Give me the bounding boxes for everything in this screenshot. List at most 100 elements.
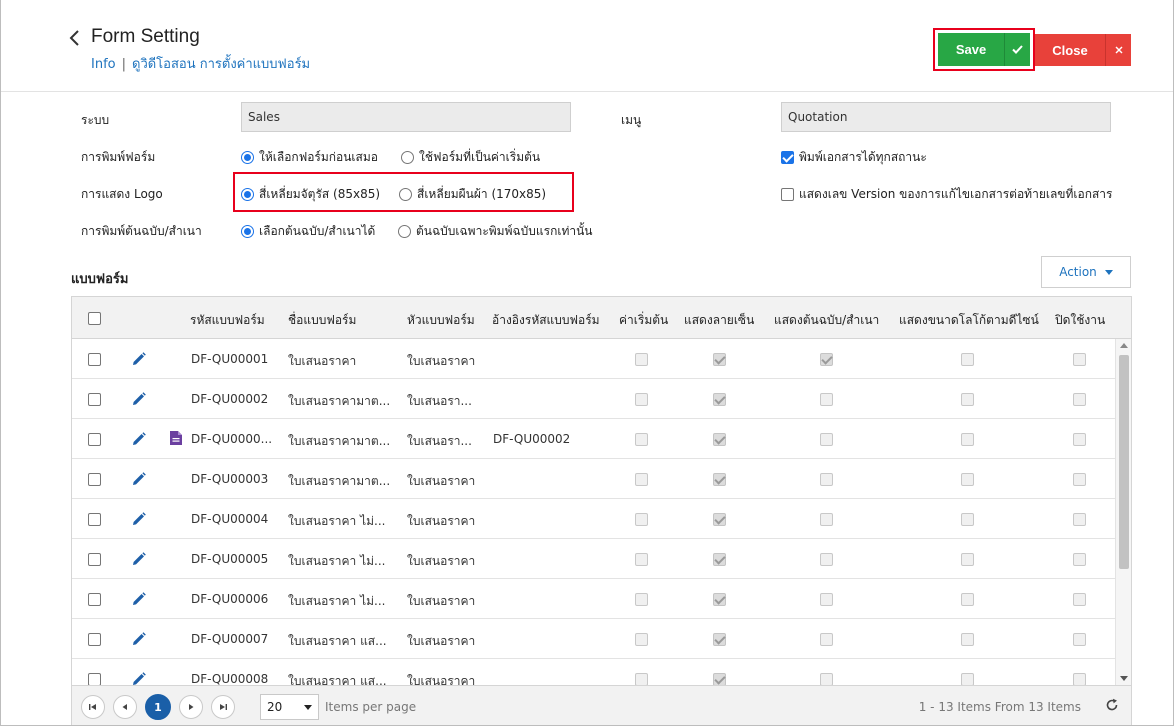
table-row[interactable]: DF-QU0000... ใบเสนอราคามาต... ใบเสนอรา... D… — [72, 419, 1115, 459]
next-page-button[interactable] — [179, 695, 203, 719]
show-copy-checkbox — [820, 393, 833, 406]
action-dropdown-button[interactable]: Action — [1041, 256, 1131, 288]
refresh-icon[interactable] — [1105, 698, 1119, 712]
first-page-button[interactable] — [81, 695, 105, 719]
cell-form-code: DF-QU00002 — [191, 392, 269, 406]
breadcrumb: Info | ดูวิดีโอสอน การตั้งค่าแบบฟอร์ม — [91, 53, 310, 74]
print-form-label: การพิมพ์ฟอร์ม — [81, 150, 156, 164]
col-form-head[interactable]: หัวแบบฟอร์ม — [407, 311, 475, 330]
table-row[interactable]: DF-QU00008 ใบเสนอราคา แส... ใบเสนอราคา — [72, 659, 1115, 685]
page-title: Form Setting — [91, 26, 200, 47]
page-size-select[interactable]: 20 — [260, 694, 319, 720]
first-page-icon — [89, 704, 96, 710]
print-copy-label: การพิมพ์ต้นฉบับ/สำเนา — [81, 224, 202, 238]
table-row[interactable]: DF-QU00003 ใบเสนอราคามาต... ใบเสนอราคา — [72, 459, 1115, 499]
row-select-checkbox[interactable] — [88, 593, 101, 606]
radio-use-default-form[interactable]: ใช้ฟอร์มที่เป็นค่าเริ่มต้น — [401, 148, 540, 167]
cell-form-code: DF-QU0000... — [191, 432, 273, 446]
pencil-icon[interactable] — [132, 632, 146, 646]
pencil-icon[interactable] — [132, 512, 146, 526]
show-logo-size-checkbox — [961, 393, 974, 406]
col-form-name[interactable]: ชื่อแบบฟอร์ม — [288, 311, 356, 330]
col-disabled[interactable]: ปิดใช้งาน — [1055, 311, 1105, 330]
close-button-group: Close — [1035, 34, 1131, 66]
cell-form-name: ใบเสนอราคา ไม่... — [288, 554, 386, 568]
col-form-code[interactable]: รหัสแบบฟอร์ม — [190, 311, 265, 330]
row-select-checkbox[interactable] — [88, 393, 101, 406]
system-field[interactable]: Sales — [241, 102, 571, 132]
table-row[interactable]: DF-QU00001 ใบเสนอราคา ใบเสนอราคา — [72, 339, 1115, 379]
col-ref-code[interactable]: อ้างอิงรหัสแบบฟอร์ม — [492, 311, 600, 330]
row-select-checkbox[interactable] — [88, 433, 101, 446]
document-icon — [170, 431, 182, 445]
radio-original-first-only[interactable]: ต้นฉบับเฉพาะพิมพ์ฉบับแรกเท่านั้น — [398, 222, 593, 241]
row-select-checkbox[interactable] — [88, 673, 101, 685]
show-signature-checkbox — [713, 473, 726, 486]
show-logo-size-checkbox — [961, 513, 974, 526]
grid-scrollbar[interactable] — [1115, 339, 1131, 685]
row-select-checkbox[interactable] — [88, 633, 101, 646]
close-button[interactable]: Close — [1035, 34, 1105, 66]
pencil-icon[interactable] — [132, 352, 146, 366]
cell-form-code: DF-QU00004 — [191, 512, 269, 526]
scroll-up-icon[interactable] — [1120, 343, 1128, 348]
radio-choose-form-first[interactable]: ให้เลือกฟอร์มก่อนเสมอ — [241, 148, 378, 167]
cell-form-name: ใบเสนอราคา — [288, 354, 357, 368]
col-show-signature[interactable]: แสดงลายเซ็น — [684, 311, 754, 330]
cell-form-head: ใบเสนอราคา — [407, 554, 476, 568]
close-x-button[interactable] — [1105, 34, 1131, 66]
row-select-checkbox[interactable] — [88, 353, 101, 366]
disabled-checkbox — [1073, 633, 1086, 646]
prev-page-icon — [122, 704, 127, 710]
radio-button — [241, 225, 254, 238]
col-show-copy[interactable]: แสดงต้นฉบับ/สำเนา — [774, 311, 879, 330]
show-copy-checkbox — [820, 473, 833, 486]
save-dropdown-button[interactable] — [1004, 33, 1030, 66]
grid-header: รหัสแบบฟอร์ม ชื่อแบบฟอร์ม หัวแบบฟอร์ม อ้… — [72, 297, 1131, 339]
page-number-button[interactable]: 1 — [145, 694, 171, 720]
disabled-checkbox — [1073, 553, 1086, 566]
pencil-icon[interactable] — [132, 592, 146, 606]
scroll-thumb[interactable] — [1119, 355, 1129, 569]
row-select-checkbox[interactable] — [88, 553, 101, 566]
prev-page-button[interactable] — [113, 695, 137, 719]
pencil-icon[interactable] — [132, 392, 146, 406]
chevron-left-icon[interactable] — [67, 28, 83, 48]
pager-info: 1 - 13 Items From 13 Items — [918, 700, 1081, 714]
disabled-checkbox — [1073, 593, 1086, 606]
menu-field[interactable]: Quotation — [781, 102, 1111, 132]
cell-form-code: DF-QU00001 — [191, 352, 269, 366]
cell-form-name: ใบเสนอราคามาต... — [288, 394, 391, 408]
col-show-logo-size[interactable]: แสดงขนาดโลโก้ตามดีไซน์ — [899, 311, 1039, 330]
table-row[interactable]: DF-QU00007 ใบเสนอราคา แส... ใบเสนอราคา — [72, 619, 1115, 659]
radio-label: ต้นฉบับเฉพาะพิมพ์ฉบับแรกเท่านั้น — [416, 224, 593, 238]
scroll-down-icon[interactable] — [1120, 676, 1128, 681]
row-select-checkbox[interactable] — [88, 513, 101, 526]
cell-form-head: ใบเสนอราคา — [407, 594, 476, 608]
save-button[interactable]: Save — [938, 33, 1005, 66]
last-page-button[interactable] — [211, 695, 235, 719]
save-button-group: Save — [933, 28, 1035, 71]
table-row[interactable]: DF-QU00005 ใบเสนอราคา ไม่... ใบเสนอราคา — [72, 539, 1115, 579]
table-row[interactable]: DF-QU00002 ใบเสนอราคามาต... ใบเสนอรา... — [72, 379, 1115, 419]
checkbox-print-all-status[interactable]: พิมพ์เอกสารได้ทุกสถานะ — [781, 148, 927, 167]
col-default[interactable]: ค่าเริ่มต้น — [619, 311, 668, 330]
video-tutorial-link[interactable]: ดูวิดีโอสอน การตั้งค่าแบบฟอร์ม — [132, 57, 310, 72]
pencil-icon[interactable] — [132, 432, 146, 446]
pencil-icon[interactable] — [132, 552, 146, 566]
show-logo-size-checkbox — [961, 633, 974, 646]
checkbox — [781, 151, 794, 164]
radio-choose-original-copy[interactable]: เลือกต้นฉบับ/สำเนาได้ — [241, 222, 375, 241]
pencil-icon[interactable] — [132, 672, 146, 685]
breadcrumb-info-link[interactable]: Info — [91, 57, 116, 72]
row-select-checkbox[interactable] — [88, 473, 101, 486]
checkbox-label: แสดงเลข Version ของการแก้ไขเอกสารต่อท้าย… — [799, 187, 1113, 201]
pencil-icon[interactable] — [132, 472, 146, 486]
checkbox-show-version[interactable]: แสดงเลข Version ของการแก้ไขเอกสารต่อท้าย… — [781, 185, 1113, 204]
disabled-checkbox — [1073, 353, 1086, 366]
select-all-checkbox[interactable] — [88, 312, 101, 325]
grid-body: DF-QU00001 ใบเสนอราคา ใบเสนอราคา DF-QU00002… — [72, 339, 1131, 685]
table-row[interactable]: DF-QU00006 ใบเสนอราคา ไม่... ใบเสนอราคา — [72, 579, 1115, 619]
table-row[interactable]: DF-QU00004 ใบเสนอราคา ไม่... ใบเสนอราคา — [72, 499, 1115, 539]
show-signature-checkbox — [713, 393, 726, 406]
